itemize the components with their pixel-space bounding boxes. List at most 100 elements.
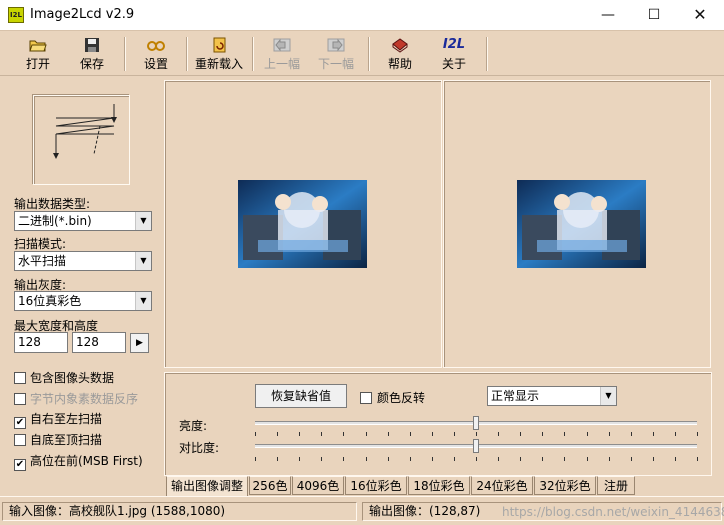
output-type-select[interactable]: 二进制(*.bin) ▼ bbox=[14, 211, 152, 231]
right-arrow-icon bbox=[327, 38, 345, 52]
reload-button[interactable]: 重新载入 bbox=[192, 33, 246, 75]
slider-tick bbox=[277, 457, 278, 461]
slider-tick bbox=[321, 457, 322, 461]
max-width-input[interactable]: 128 bbox=[14, 332, 68, 353]
slider-tick bbox=[366, 457, 367, 461]
help-book-icon bbox=[392, 38, 408, 53]
tab-18bit-color[interactable]: 18位彩色 bbox=[408, 476, 470, 495]
invert-colors-label: 颜色反转 bbox=[377, 391, 426, 405]
open-folder-icon bbox=[29, 40, 47, 52]
next-page-label: 下一幅 bbox=[317, 57, 354, 71]
slider-tick bbox=[432, 432, 433, 436]
about-button[interactable]: I2L 关于 bbox=[430, 33, 478, 75]
msb-first-checkbox[interactable]: ✔ 高位在前(MSB First) bbox=[14, 452, 143, 471]
title-bar: I2L Image2Lcd v2.9 — ☐ ✕ bbox=[0, 0, 724, 30]
tab-24bit-color[interactable]: 24位彩色 bbox=[471, 476, 533, 495]
slider-tick bbox=[675, 432, 676, 436]
open-button[interactable]: 打开 bbox=[14, 33, 62, 75]
slider-tick bbox=[587, 432, 588, 436]
checkmark-icon: ✔ bbox=[14, 417, 26, 429]
minimize-button[interactable]: — bbox=[585, 0, 631, 30]
invert-colors-checkbox[interactable]: 颜色反转 bbox=[360, 389, 425, 406]
brightness-label: 亮度: bbox=[179, 419, 208, 433]
brightness-slider-thumb[interactable] bbox=[473, 416, 479, 430]
reload-document-icon bbox=[213, 37, 226, 53]
input-image-status: 输入图像：高校舰队1.jpg (1588,1080) bbox=[2, 502, 357, 521]
maximize-button[interactable]: ☐ bbox=[631, 0, 677, 30]
toolbar-separator bbox=[186, 37, 188, 71]
slider-tick bbox=[697, 432, 698, 436]
max-height-input[interactable]: 128 bbox=[72, 332, 126, 353]
settings-panel: 输出数据类型: 二进制(*.bin) ▼ 扫描模式: 水平扫描 ▼ 输出灰度: … bbox=[0, 77, 162, 496]
slider-tick bbox=[343, 432, 344, 436]
include-header-checkbox[interactable]: 包含图像头数据 bbox=[14, 369, 114, 386]
tab-4096-color[interactable]: 4096色 bbox=[292, 476, 344, 495]
scan-mode-label: 扫描模式: bbox=[14, 237, 67, 251]
restore-defaults-button[interactable]: 恢复缺省值 bbox=[255, 384, 347, 408]
contrast-label: 对比度: bbox=[179, 441, 220, 455]
reverse-pixel-order-checkbox[interactable]: 字节内象素数据反序 bbox=[14, 390, 138, 407]
checkbox-label: 包含图像头数据 bbox=[30, 371, 115, 385]
display-mode-select[interactable]: 正常显示 ▼ bbox=[487, 386, 617, 406]
slider-tick bbox=[476, 432, 477, 436]
slider-tick bbox=[321, 432, 322, 436]
scan-mode-select[interactable]: 水平扫描 ▼ bbox=[14, 251, 152, 271]
tab-output-adjust[interactable]: 输出图像调整 bbox=[166, 476, 248, 496]
tab-16bit-color[interactable]: 16位彩色 bbox=[345, 476, 407, 495]
contrast-slider-thumb[interactable] bbox=[473, 439, 479, 453]
slider-tick bbox=[388, 457, 389, 461]
slider-tick bbox=[454, 457, 455, 461]
close-button[interactable]: ✕ bbox=[677, 0, 723, 30]
play-arrow-icon: ▶ bbox=[136, 338, 143, 348]
brightness-ticks bbox=[255, 432, 698, 436]
slider-tick bbox=[410, 457, 411, 461]
anime-image-icon bbox=[517, 180, 646, 268]
toolbar: 打开 保存 设置 重新载入 上一幅 下一幅 帮助 I2L 关于 bbox=[0, 30, 724, 76]
next-page-button[interactable]: 下一幅 bbox=[312, 33, 360, 75]
floppy-disk-icon bbox=[85, 38, 99, 52]
vertical-scrollbar[interactable] bbox=[712, 80, 724, 370]
checkbox-label: 自右至左扫描 bbox=[30, 412, 103, 426]
slider-tick bbox=[609, 457, 610, 461]
checkbox-box bbox=[360, 392, 372, 404]
tab-256-color[interactable]: 256色 bbox=[249, 476, 291, 495]
slider-tick bbox=[410, 432, 411, 436]
prev-page-button[interactable]: 上一幅 bbox=[258, 33, 306, 75]
checkbox-label: 自底至顶扫描 bbox=[30, 433, 103, 447]
checkbox-label: 字节内象素数据反序 bbox=[30, 392, 139, 406]
chevron-down-icon: ▼ bbox=[600, 387, 616, 405]
output-type-label: 输出数据类型: bbox=[14, 197, 91, 211]
settings-label: 设置 bbox=[143, 57, 168, 71]
slider-tick bbox=[299, 457, 300, 461]
bottom-to-top-checkbox[interactable]: 自底至顶扫描 bbox=[14, 431, 102, 448]
slider-tick bbox=[255, 432, 256, 436]
checkbox-box bbox=[14, 372, 26, 384]
tab-register[interactable]: 注册 bbox=[597, 476, 635, 495]
about-label: 关于 bbox=[441, 57, 466, 71]
reload-label: 重新载入 bbox=[194, 57, 243, 71]
slider-tick bbox=[366, 432, 367, 436]
slider-tick bbox=[542, 457, 543, 461]
output-image-view bbox=[443, 80, 711, 368]
prev-page-label: 上一幅 bbox=[263, 57, 300, 71]
slider-tick bbox=[277, 432, 278, 436]
apply-size-button[interactable]: ▶ bbox=[130, 333, 149, 353]
app-window: I2L Image2Lcd v2.9 — ☐ ✕ 打开 保存 设置 重新载入 上… bbox=[0, 0, 724, 525]
slider-tick bbox=[587, 457, 588, 461]
slider-tick bbox=[498, 432, 499, 436]
save-button[interactable]: 保存 bbox=[68, 33, 116, 75]
settings-button[interactable]: 设置 bbox=[132, 33, 180, 75]
slider-tick bbox=[542, 432, 543, 436]
gray-level-select[interactable]: 16位真彩色 ▼ bbox=[14, 291, 152, 311]
chevron-down-icon: ▼ bbox=[135, 292, 151, 310]
tab-32bit-color[interactable]: 32位彩色 bbox=[534, 476, 596, 495]
help-button[interactable]: 帮助 bbox=[376, 33, 424, 75]
contrast-ticks bbox=[255, 457, 698, 461]
right-to-left-checkbox[interactable]: ✔ 自右至左扫描 bbox=[14, 410, 102, 429]
slider-tick bbox=[388, 432, 389, 436]
open-label: 打开 bbox=[25, 57, 50, 71]
chevron-down-icon: ▼ bbox=[135, 252, 151, 270]
slider-tick bbox=[520, 457, 521, 461]
toolbar-separator bbox=[486, 37, 488, 71]
slider-tick bbox=[299, 432, 300, 436]
